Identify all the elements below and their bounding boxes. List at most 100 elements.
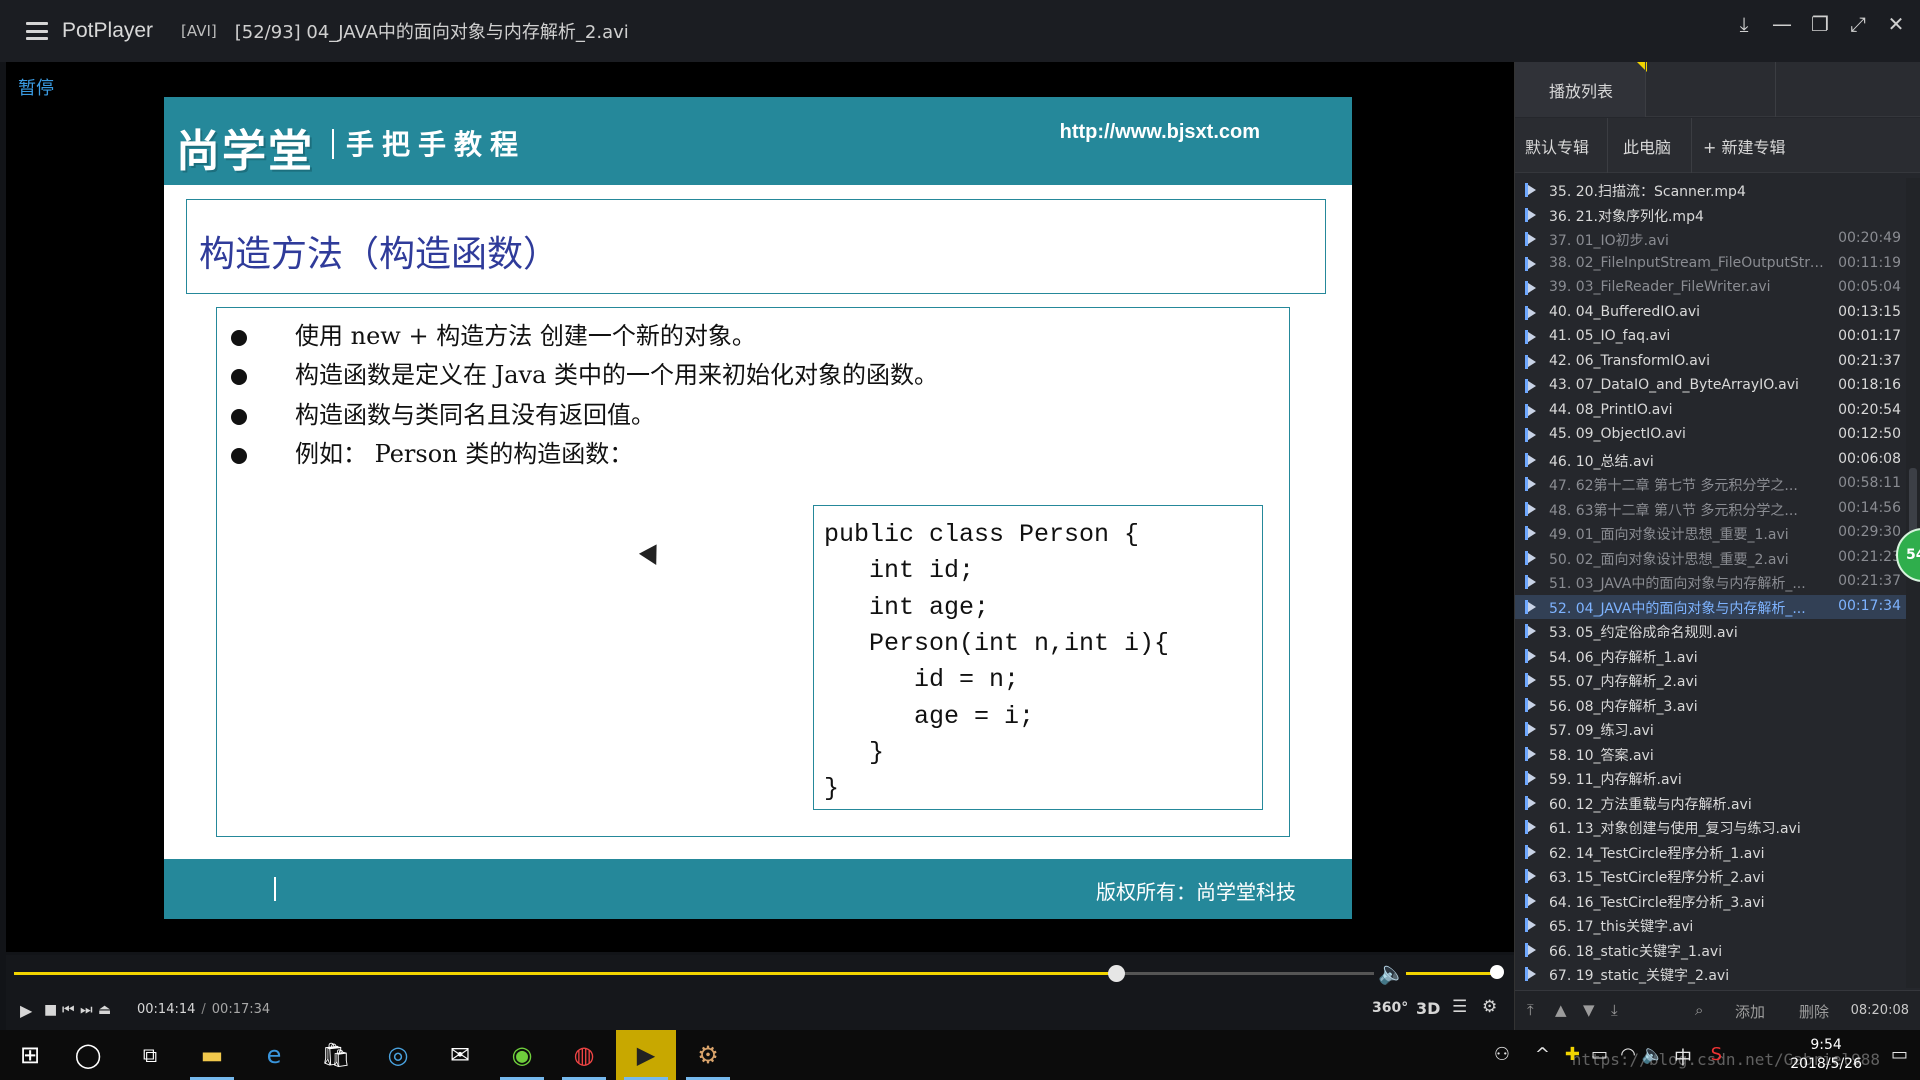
seek-bar[interactable] [14,965,1374,982]
play-item-icon [1525,575,1536,589]
video-area[interactable]: 暂停 尚学堂 手把手教程 http://www.bjsxt.com 构造方法（构… [6,62,1514,952]
playlist-item[interactable]: 50. 02_面向对象设计思想_重要_2.avi 00:21:23 [1515,546,1907,570]
fullscreen-icon[interactable]: ⤢ [1848,14,1868,34]
file-explorer-icon[interactable]: ▬ [182,1030,242,1080]
move-up-icon[interactable]: ▲ [1555,1001,1567,1019]
code-line: Person(int n,int i){ [824,629,1170,658]
playlist-item[interactable]: 57. 09_练习.avi [1515,717,1907,741]
mail-icon[interactable]: ✉ [430,1030,490,1080]
sogou-icon[interactable]: S [1711,1044,1722,1065]
next-icon[interactable]: ⏭ [80,1002,93,1018]
tab-this-pc[interactable]: 此电脑 [1623,134,1671,158]
move-down-icon[interactable]: ▼ [1583,1001,1595,1019]
pin-icon[interactable]: ⤓ [1734,14,1754,34]
tab-playlist[interactable]: 播放列表 [1515,62,1647,117]
playlist-item[interactable]: 43. 07_DataIO_and_ByteArrayIO.avi 00:18:1… [1515,374,1907,398]
3d-button[interactable]: 3D [1416,999,1440,1018]
menu-icon[interactable] [26,22,48,40]
tray-app-icon[interactable]: ✚ [1565,1044,1580,1065]
playlist-item[interactable]: 65. 17_this关键字.avi [1515,913,1907,937]
playlist-item[interactable]: 60. 12_方法重载与内存解析.avi [1515,791,1907,815]
ie-green-icon[interactable]: ◉ [492,1030,552,1080]
task-view-icon[interactable]: ⧉ [120,1030,180,1080]
wifi-icon[interactable]: ◠ [1620,1044,1636,1065]
time-display: 00:14:14/00:17:34 [137,1002,271,1017]
settings-icon[interactable]: ⚙ [1482,997,1497,1017]
playlist-item-duration: 00:13:15 [1838,303,1901,320]
playlist-item[interactable]: 42. 06_TransformIO.avi 00:21:37 [1515,350,1907,374]
speaker-icon[interactable]: 🔈 [1642,1044,1664,1065]
notification-icon[interactable]: ▭ [1891,1044,1908,1065]
playlist-item[interactable]: 58. 10_答案.avi [1515,742,1907,766]
playlist-item-duration: 00:58:11 [1838,475,1901,491]
browser-icon[interactable]: ◎ [368,1030,428,1080]
playlist-item[interactable]: 48. 63第十二章 第八节 多元积分学之... 00:14:56 [1515,497,1907,521]
people-icon[interactable]: ⚇ [1494,1044,1510,1065]
playlist-item[interactable]: 54. 06_内存解析_1.avi [1515,644,1907,668]
playlist-item-name: 57. 09_练习.avi [1549,723,1654,739]
cortana-icon[interactable]: ◯ [58,1030,118,1080]
playlist-item-duration: 00:29:30 [1838,524,1901,540]
playlist-item[interactable]: 41. 05_IO_faq.avi 00:01:17 [1515,325,1907,349]
search-icon[interactable]: ⌕ [1695,1001,1703,1019]
playlist-item[interactable]: 63. 15_TestCircle程序分析_2.avi [1515,864,1907,888]
tab-default-album[interactable]: 默认专辑 [1525,134,1589,158]
playlist-item-duration: 00:01:17 [1838,328,1901,344]
stop-icon[interactable]: ■ [44,1002,57,1018]
playlist-item[interactable]: 46. 10_总结.avi 00:06:08 [1515,448,1907,472]
playlist-item[interactable]: 40. 04_BufferedIO.avi 00:13:15 [1515,301,1907,325]
add-button[interactable]: 添加 [1735,1001,1765,1022]
playlist-item[interactable]: 53. 05_约定俗成命名规则.avi [1515,619,1907,643]
playlist-item[interactable]: 67. 19_static_关键字_2.avi [1515,962,1907,986]
battery-icon[interactable]: ▭ [1591,1044,1608,1065]
start-icon[interactable]: ⊞ [0,1030,60,1080]
volume-slider[interactable] [1406,972,1498,975]
playlist-item[interactable]: 55. 07_内存解析_2.avi [1515,668,1907,692]
playlist-item-duration: 00:06:08 [1838,450,1901,467]
playlist-item[interactable]: 66. 18_static关键字_1.avi [1515,938,1907,962]
playlist-item[interactable]: 52. 04_JAVA中的面向对象与内存解析_... 00:17:34 [1515,594,1907,619]
minimize-icon[interactable]: — [1772,14,1792,34]
playlist-item[interactable]: 39. 03_FileReader_FileWriter.avi 00:05:04 [1515,276,1907,300]
restore-icon[interactable]: ❐ [1810,14,1830,34]
settings-app-icon[interactable]: ⚙ [678,1030,738,1080]
playlist-item[interactable]: 49. 01_面向对象设计思想_重要_1.avi 00:29:30 [1515,521,1907,545]
playlist-item[interactable]: 37. 01_IO初步.avi 00:20:49 [1515,227,1907,251]
seek-handle[interactable] [1108,965,1125,982]
vr-360-button[interactable]: 360° [1372,1000,1408,1016]
close-icon[interactable]: ✕ [1886,14,1906,34]
clock[interactable]: 9:54 2018/5/26 [1790,1036,1862,1074]
potplayer-taskbar-icon[interactable]: ▶ [616,1030,676,1080]
delete-button[interactable]: 删除 [1799,1001,1829,1022]
playlist-item[interactable]: 44. 08_PrintIO.avi 00:20:54 [1515,399,1907,423]
playlist-scrollbar[interactable] [1906,178,1920,988]
edge-icon[interactable]: e [244,1030,304,1080]
playlist-item[interactable]: 68. 20_package和import语句_1.avi [1515,987,1907,989]
volume-icon[interactable]: 🔈 [1378,961,1405,986]
playlist-item[interactable]: 35. 20.扫描流：Scanner.mp4 [1515,178,1907,202]
previous-icon[interactable]: ⏮ [62,1002,75,1018]
chrome-icon[interactable]: ◍ [554,1030,614,1080]
play-icon[interactable]: ▶ [20,1001,32,1020]
volume-handle[interactable] [1490,965,1504,979]
playlist-item[interactable]: 62. 14_TestCircle程序分析_1.avi [1515,840,1907,864]
playlist-item[interactable]: 64. 16_TestCircle程序分析_3.avi [1515,889,1907,913]
move-bottom-icon[interactable]: ⤓ [1611,1001,1618,1019]
eject-icon[interactable]: ⏏ [98,1002,111,1018]
playlist-item[interactable]: 61. 13_对象创建与使用_复习与练习.avi [1515,815,1907,839]
playlist-item[interactable]: 36. 21.对象序列化.mp4 [1515,203,1907,227]
playlist-item[interactable]: 47. 62第十二章 第七节 多元积分学之... 00:58:11 [1515,472,1907,496]
playlist-item[interactable]: 59. 11_内存解析.avi [1515,766,1907,790]
playlist-toggle-icon[interactable]: ☰ [1452,997,1467,1017]
playlist-item[interactable]: 38. 02_FileInputStream_FileOutputStrea..… [1515,252,1907,276]
playlist-item[interactable]: 45. 09_ObjectIO.avi 00:12:50 [1515,423,1907,447]
album-tabs: 默认专辑 此电脑 + 新建专辑 [1515,118,1920,173]
move-top-icon[interactable]: ⤒ [1527,1001,1534,1019]
code-line: public class Person { [824,520,1140,549]
playlist-item[interactable]: 56. 08_内存解析_3.avi [1515,693,1907,717]
playlist-item[interactable]: 51. 03_JAVA中的面向对象与内存解析_... 00:21:37 [1515,570,1907,594]
new-album-button[interactable]: + 新建专辑 [1703,134,1786,158]
tray-expand-icon[interactable]: ^ [1535,1044,1550,1065]
store-icon[interactable]: 🛍 [306,1030,366,1080]
ime-indicator[interactable]: 中 [1674,1044,1692,1070]
